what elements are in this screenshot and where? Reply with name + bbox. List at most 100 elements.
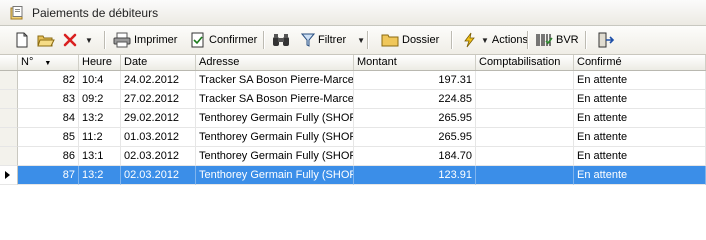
cell-montant: 224.85: [354, 90, 476, 109]
chevron-down-icon: ▼: [85, 35, 93, 45]
printer-icon: [113, 32, 131, 48]
cell-heure: 13:2: [79, 109, 121, 128]
table-row-selected[interactable]: 87 13:2 02.03.2012 Tenthorey Germain Ful…: [0, 166, 706, 185]
print-button[interactable]: Imprimer: [113, 29, 177, 51]
toolbar-separator: [527, 31, 528, 49]
confirm-document-icon: [191, 32, 204, 48]
filter-button[interactable]: Filtrer ▼: [301, 29, 365, 51]
cell-num: 86: [18, 147, 79, 166]
cell-date: 24.02.2012: [121, 71, 196, 90]
cell-adresse: Tenthorey Germain Fully (SHOP-: [196, 109, 354, 128]
table-row[interactable]: 86 13:1 02.03.2012 Tenthorey Germain Ful…: [0, 147, 706, 166]
new-button[interactable]: [14, 29, 30, 51]
cell-num: 83: [18, 90, 79, 109]
table-row[interactable]: 83 09:2 27.02.2012 Tracker SA Boson Pier…: [0, 90, 706, 109]
cell-montant: 265.95: [354, 109, 476, 128]
row-selector[interactable]: [0, 128, 18, 147]
cell-confirme: En attente: [574, 109, 706, 128]
cell-confirme: En attente: [574, 166, 706, 185]
cell-adresse: Tracker SA Boson Pierre-Marcel: [196, 71, 354, 90]
folder-label: Dossier: [402, 34, 440, 46]
column-header-date[interactable]: Date: [121, 55, 196, 70]
lightning-actions-icon: [464, 32, 475, 48]
toolbar: ▼ Imprimer Confirmer Filtrer ▼ Dossier ▼…: [0, 26, 706, 55]
cell-montant: 123.91: [354, 166, 476, 185]
cell-heure: 13:2: [79, 166, 121, 185]
cell-confirme: En attente: [574, 128, 706, 147]
cell-confirme: En attente: [574, 90, 706, 109]
payments-grid[interactable]: N° ▼ Heure Date Adresse Montant Comptabi…: [0, 55, 706, 204]
table-row[interactable]: 82 10:4 24.02.2012 Tracker SA Boson Pier…: [0, 71, 706, 90]
row-selector[interactable]: [0, 109, 18, 128]
print-label: Imprimer: [134, 34, 178, 46]
document-folder-icon: [10, 6, 23, 20]
sort-arrow-icon: ▼: [44, 60, 52, 67]
cell-num: 82: [18, 71, 79, 90]
exit-door-icon: [598, 32, 615, 48]
toolbar-separator: [263, 31, 264, 49]
cell-comptabilisation: [476, 147, 574, 166]
filter-label: Filtrer: [318, 34, 347, 46]
delete-dropdown-button[interactable]: ▼: [85, 29, 93, 51]
cell-comptabilisation: [476, 128, 574, 147]
cell-adresse: Tenthorey Germain Fully (SHOP-: [196, 166, 354, 185]
column-header-adresse[interactable]: Adresse: [196, 55, 354, 70]
actions-label: Actions: [491, 34, 528, 46]
cell-date: 27.02.2012: [121, 90, 196, 109]
cell-heure: 13:1: [79, 147, 121, 166]
folder-button[interactable]: Dossier: [381, 29, 439, 51]
table-row[interactable]: 84 13:2 29.02.2012 Tenthorey Germain Ful…: [0, 109, 706, 128]
row-selector[interactable]: [0, 147, 18, 166]
window-title: Paiements de débiteurs: [32, 6, 159, 20]
exit-button[interactable]: [597, 29, 615, 51]
column-header-num[interactable]: N° ▼: [18, 55, 79, 70]
bvr-barcode-icon: [536, 34, 553, 46]
cell-montant: 184.70: [354, 147, 476, 166]
cell-montant: 197.31: [354, 71, 476, 90]
cell-confirme: En attente: [574, 71, 706, 90]
cell-comptabilisation: [476, 71, 574, 90]
cell-date: 29.02.2012: [121, 109, 196, 128]
cell-adresse: Tenthorey Germain Fully (SHOP-: [196, 147, 354, 166]
cell-adresse: Tracker SA Boson Pierre-Marcel: [196, 90, 354, 109]
chevron-down-icon: ▼: [481, 35, 489, 45]
cell-num: 84: [18, 109, 79, 128]
column-header-confirme[interactable]: Confirmé: [574, 55, 706, 70]
row-selector[interactable]: [0, 90, 18, 109]
confirm-button[interactable]: Confirmer: [190, 29, 257, 51]
row-selector-header: [0, 55, 18, 70]
delete-button[interactable]: [62, 29, 78, 51]
cell-heure: 10:4: [79, 71, 121, 90]
column-header-comptabilisation[interactable]: Comptabilisation: [476, 55, 574, 70]
toolbar-separator: [104, 31, 105, 49]
find-button[interactable]: [272, 29, 290, 51]
cell-num: 87: [18, 166, 79, 185]
cell-comptabilisation: [476, 109, 574, 128]
cell-num: 85: [18, 128, 79, 147]
cell-heure: 11:2: [79, 128, 121, 147]
confirm-label: Confirmer: [209, 34, 258, 46]
new-document-icon: [16, 32, 28, 48]
bvr-button[interactable]: BVR: [535, 29, 579, 51]
column-header-heure[interactable]: Heure: [79, 55, 121, 70]
open-button[interactable]: [37, 29, 55, 51]
cell-adresse: Tenthorey Germain Fully (SHOP-: [196, 128, 354, 147]
row-selector[interactable]: [0, 71, 18, 90]
table-row[interactable]: 85 11:2 01.03.2012 Tenthorey Germain Ful…: [0, 128, 706, 147]
delete-x-icon: [63, 33, 77, 47]
cell-comptabilisation: [476, 166, 574, 185]
cell-date: 01.03.2012: [121, 128, 196, 147]
column-header-montant[interactable]: Montant: [354, 55, 476, 70]
grid-header: N° ▼ Heure Date Adresse Montant Comptabi…: [0, 55, 706, 71]
toolbar-separator: [451, 31, 452, 49]
bvr-label: BVR: [556, 34, 579, 46]
row-selector[interactable]: [0, 166, 18, 185]
current-row-arrow-icon: [5, 171, 10, 179]
open-folder-icon: [37, 35, 55, 47]
cell-heure: 09:2: [79, 90, 121, 109]
actions-button[interactable]: ▼ Actions: [462, 29, 528, 51]
toolbar-separator: [585, 31, 586, 49]
chevron-down-icon: ▼: [357, 35, 366, 45]
window-title-bar: Paiements de débiteurs: [0, 0, 706, 26]
cell-confirme: En attente: [574, 147, 706, 166]
